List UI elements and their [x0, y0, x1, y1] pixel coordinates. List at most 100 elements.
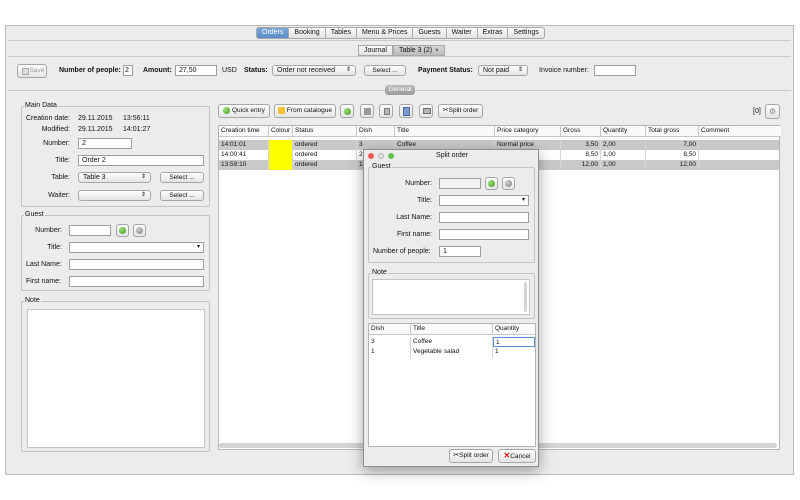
save-button[interactable]: Save	[17, 64, 47, 78]
tab-orders[interactable]: Orders	[256, 27, 290, 39]
modified-date-value: 29.11.2015	[78, 126, 113, 133]
guest-firstname-field[interactable]	[69, 276, 204, 287]
add-item-button[interactable]	[340, 104, 354, 118]
guest-number-field[interactable]	[69, 225, 111, 236]
cell-quantity: 1	[495, 348, 499, 355]
chevron-updown-icon: ⇕	[517, 67, 523, 73]
cell-colour	[269, 160, 293, 170]
creation-date-value: 29.11.2015	[78, 115, 113, 122]
tab-waiter[interactable]: Waiter	[446, 27, 478, 39]
dialog-title-label: Title:	[417, 197, 432, 204]
dialog-split-order-button[interactable]: ✂Split order	[449, 449, 493, 463]
from-catalogue-button[interactable]: From catalogue	[274, 104, 336, 118]
dialog-people-field[interactable]: 1	[439, 246, 481, 257]
payment-status-select[interactable]: Not paid ⇕	[478, 65, 528, 76]
table-row[interactable]: 1 Vegetable salad 1	[369, 347, 535, 357]
guest-title-select[interactable]: ▾	[69, 242, 204, 253]
dialog-number-field[interactable]	[439, 178, 481, 189]
tabbar-divider	[8, 40, 791, 41]
column-header-creation-time[interactable]: Creation time	[219, 126, 269, 137]
cell-dish: 3	[369, 337, 411, 347]
note-title: Note	[24, 297, 41, 305]
split-order-button[interactable]: ✂Split order	[438, 104, 483, 118]
dialog-guest-pick-button[interactable]	[485, 177, 498, 190]
guest-firstname-label: First name:	[26, 278, 62, 285]
cell-total-gross: 7,00	[646, 140, 699, 150]
dialog-firstname-field[interactable]	[439, 229, 529, 240]
waiter-select[interactable]: ⇕	[78, 190, 151, 201]
tab-journal[interactable]: Journal	[358, 45, 393, 56]
cell-creation-time: 14:01:01	[219, 140, 269, 150]
cell-colour	[269, 140, 293, 150]
quick-entry-button[interactable]: Quick entry	[218, 104, 270, 118]
payment-status-label: Payment Status:	[418, 67, 473, 74]
cell-quantity: 1,00	[601, 150, 646, 160]
clear-icon	[136, 227, 143, 234]
dialog-note-textarea[interactable]	[372, 279, 530, 315]
dialog-cancel-button[interactable]: ✕Cancel	[498, 449, 536, 463]
clear-item-button[interactable]	[360, 104, 374, 118]
invoice-field[interactable]	[594, 65, 636, 76]
column-header-quantity[interactable]: Quantity	[601, 126, 646, 137]
cell-status: ordered	[293, 140, 357, 150]
note-textarea[interactable]	[27, 309, 205, 448]
column-header-title[interactable]: Title	[411, 324, 493, 335]
guest-clear-button[interactable]	[133, 224, 146, 237]
guest-lastname-label: Last Name:	[26, 261, 62, 268]
dialog-guest-title: Guest	[371, 163, 392, 171]
column-header-title[interactable]: Title	[395, 126, 495, 137]
dialog-note-scrollbar[interactable]	[524, 282, 527, 312]
dialog-lastname-field[interactable]	[439, 212, 529, 223]
status-select-button[interactable]: Select ...	[364, 65, 406, 76]
tab-menu-prices[interactable]: Menu & Prices	[356, 27, 414, 39]
guest-lastname-field[interactable]	[69, 259, 204, 270]
column-header-price-category[interactable]: Price category	[495, 126, 561, 137]
table-row[interactable]: 3 Coffee 1	[369, 337, 535, 347]
column-header-gross[interactable]: Gross	[561, 126, 601, 137]
print-button[interactable]	[419, 104, 433, 118]
tab-table-3[interactable]: Table 3 (2) ×	[392, 45, 445, 56]
tab-extras[interactable]: Extras	[477, 27, 509, 39]
tab-tables[interactable]: Tables	[325, 27, 357, 39]
delete-item-button[interactable]	[379, 104, 393, 118]
tab-guests[interactable]: Guests	[413, 27, 447, 39]
close-icon[interactable]: ×	[435, 48, 439, 54]
dialog-guest-clear-button[interactable]	[502, 177, 515, 190]
pick-icon	[119, 227, 126, 234]
quantity-edit-field[interactable]: 1	[493, 337, 535, 347]
dialog-note-title: Note	[371, 269, 388, 277]
dialog-lastname-label: Last Name:	[396, 214, 432, 221]
column-header-colour[interactable]: Colour	[269, 126, 293, 137]
column-header-dish[interactable]: Dish	[357, 126, 395, 137]
cell-comment	[699, 140, 779, 150]
people-field[interactable]: 2	[123, 65, 133, 76]
cell-gross: 12,00	[561, 160, 601, 170]
cell-comment	[699, 150, 779, 160]
column-header-dish[interactable]: Dish	[369, 324, 411, 335]
amount-field[interactable]: 27,50	[175, 65, 217, 76]
waiter-select-button[interactable]: Select ...	[160, 190, 204, 201]
tab-settings[interactable]: Settings	[508, 27, 545, 39]
table-select[interactable]: Table 3 ⇕	[78, 172, 151, 183]
column-header-total-gross[interactable]: Total gross	[646, 126, 699, 137]
calculator-icon	[403, 107, 410, 116]
currency-label: USD	[222, 67, 237, 74]
cell-title: Vegetable salad	[411, 347, 493, 357]
quick-entry-icon	[223, 106, 231, 114]
table-select-button[interactable]: Select ...	[160, 172, 204, 183]
dialog-title-select[interactable]: ▾	[439, 195, 529, 206]
cell-status: ordered	[293, 160, 357, 170]
dialog-people-label: Number of people:	[373, 248, 431, 255]
status-select[interactable]: Order not received ⇕	[272, 65, 356, 76]
order-number-field[interactable]: 2	[78, 138, 132, 149]
people-label: Number of people:	[59, 67, 121, 74]
column-header-status[interactable]: Status	[293, 126, 357, 137]
tab-booking[interactable]: Booking	[289, 27, 326, 39]
order-title-field[interactable]: Order 2	[78, 155, 204, 166]
gear-icon: ⚙	[769, 107, 777, 116]
column-header-quantity[interactable]: Quantity	[493, 324, 535, 335]
guest-pick-button[interactable]	[116, 224, 129, 237]
column-header-comment[interactable]: Comment	[699, 126, 781, 137]
settings-button[interactable]: ⚙	[765, 104, 780, 119]
calculator-button[interactable]	[399, 104, 413, 118]
